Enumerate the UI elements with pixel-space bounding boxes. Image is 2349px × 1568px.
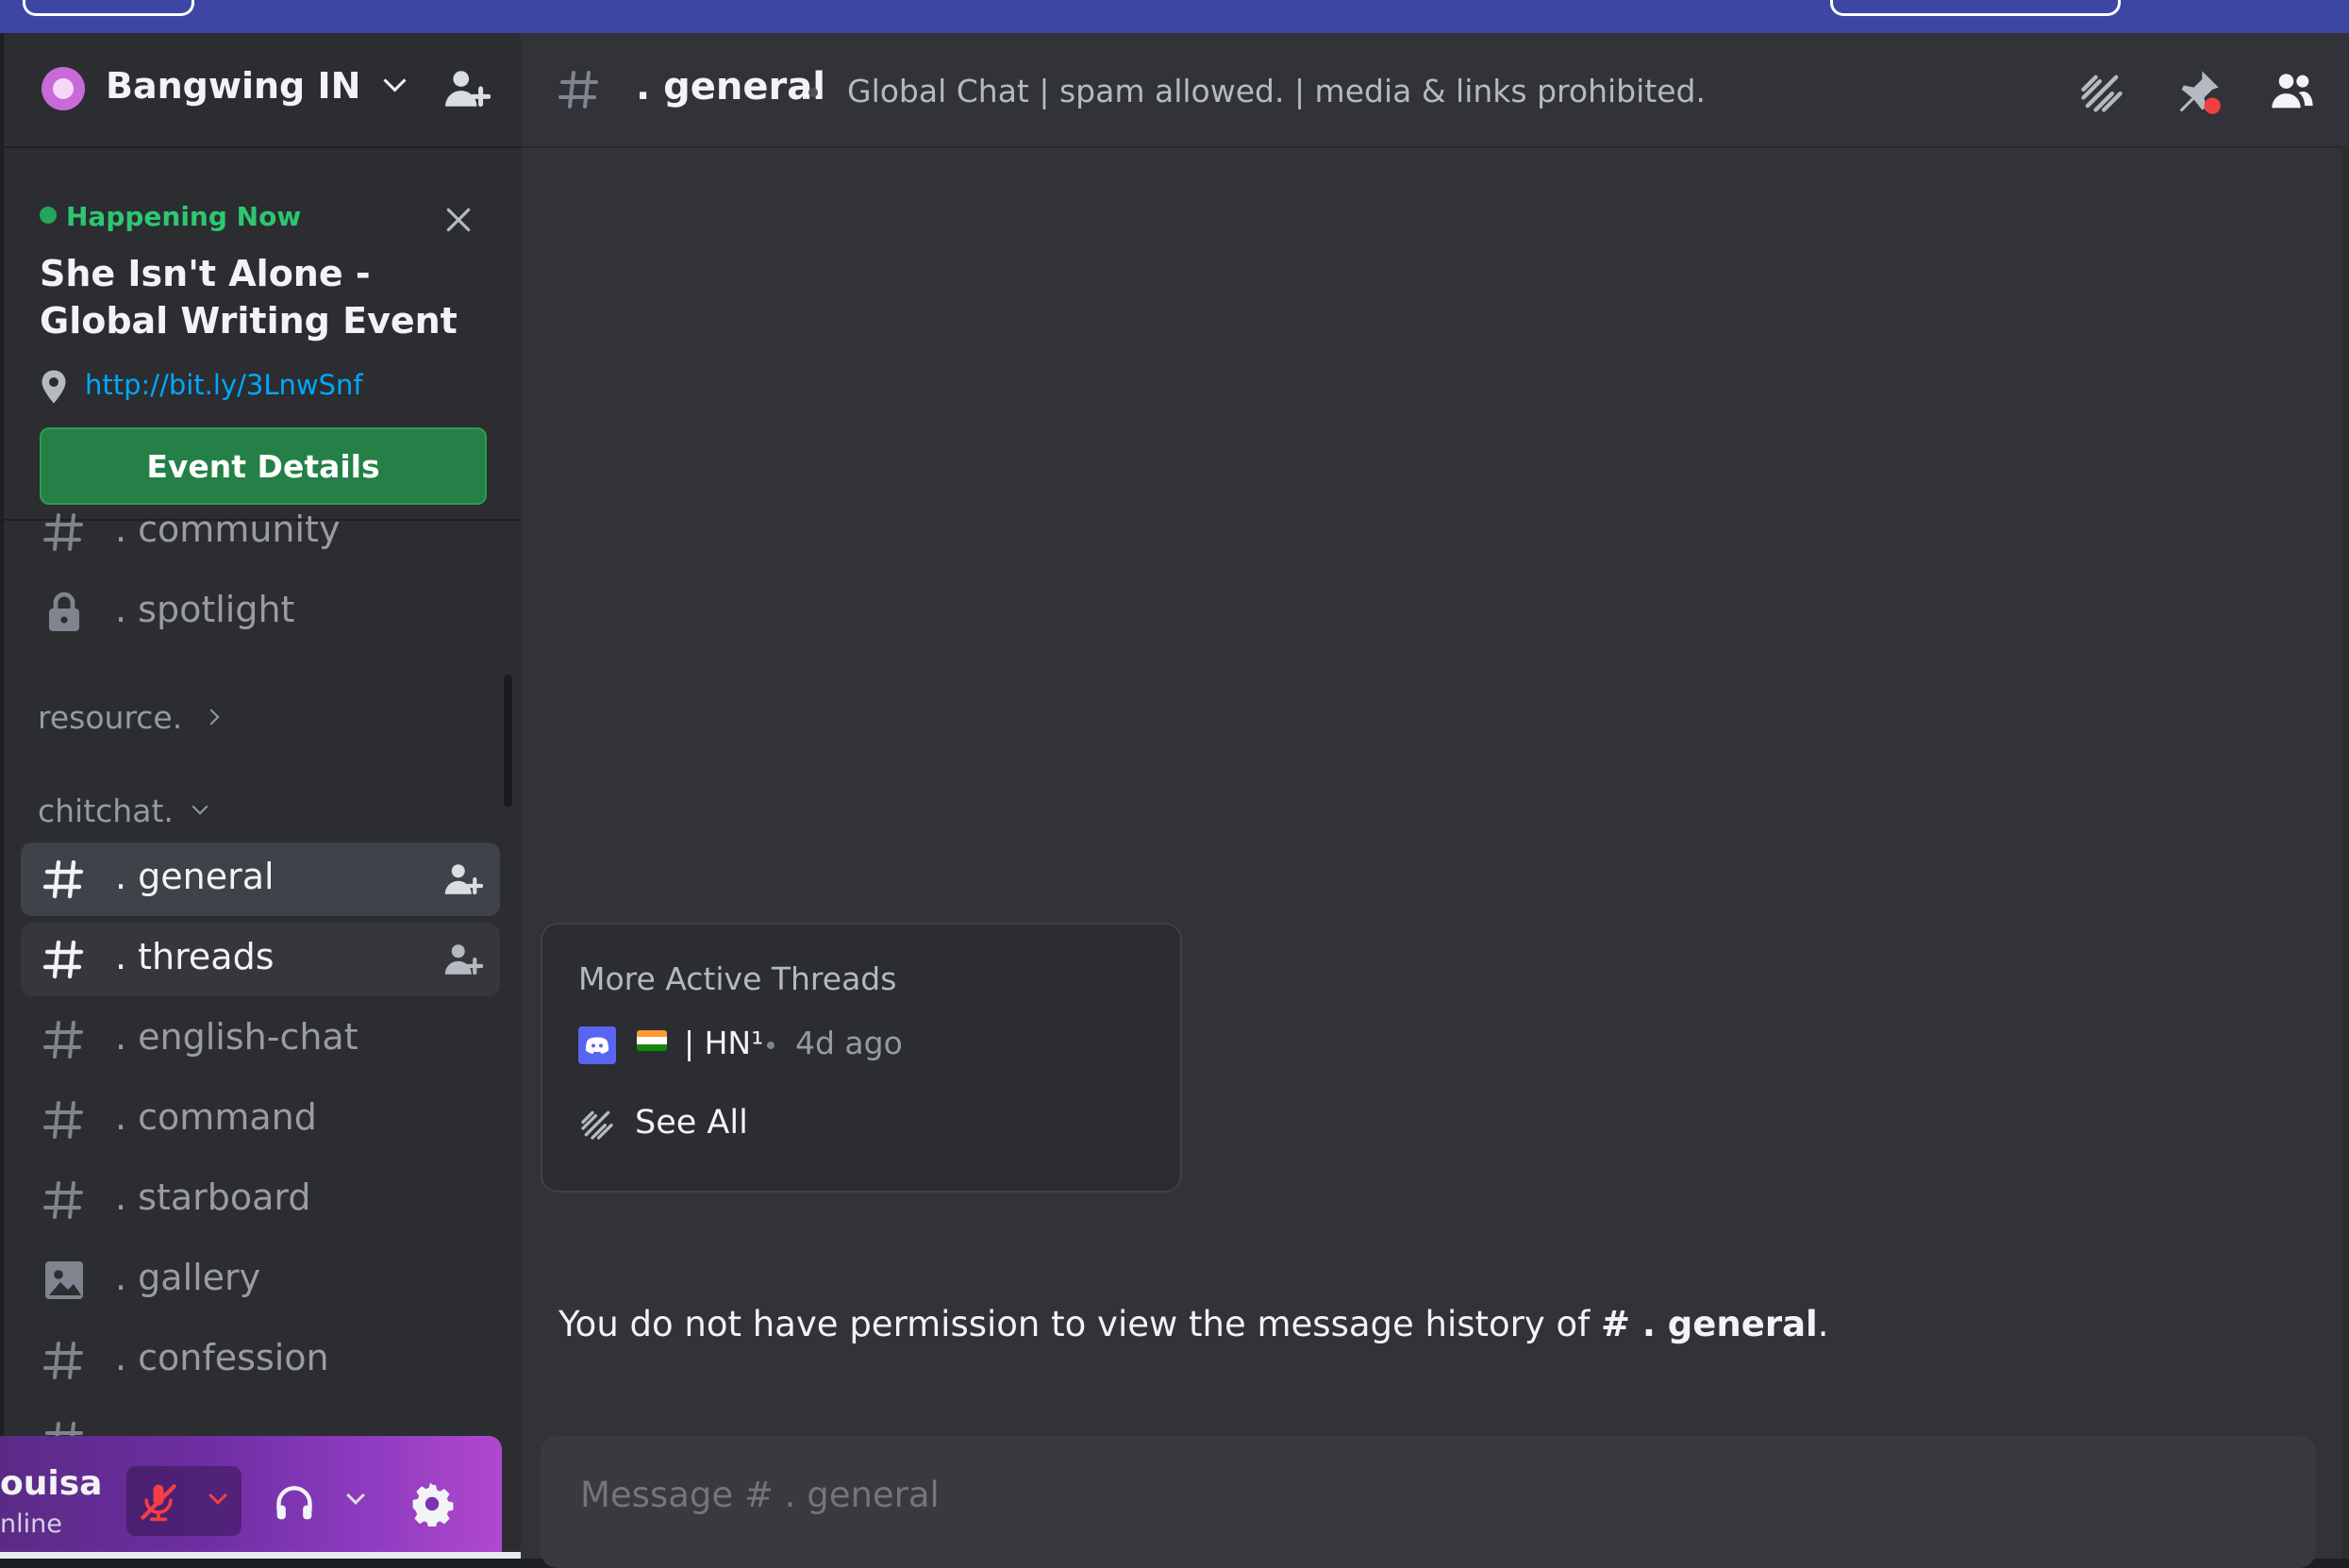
chevron-right-icon bbox=[203, 709, 220, 726]
chevron-down-icon bbox=[383, 69, 407, 92]
channel-english-chat[interactable]: . english-chat bbox=[21, 1003, 500, 1076]
channel-label: . gallery bbox=[115, 1257, 261, 1298]
hash-icon bbox=[42, 940, 84, 979]
event-link[interactable]: http://bit.ly/3LnwSnf bbox=[85, 369, 363, 401]
threads-icon[interactable] bbox=[2077, 67, 2126, 116]
channel-general[interactable]: . general bbox=[21, 842, 500, 916]
lock-icon bbox=[49, 592, 79, 631]
channel-mention[interactable]: # . general bbox=[1601, 1304, 1818, 1344]
user-name[interactable]: ouisa bbox=[0, 1464, 102, 1503]
channel-label: . general bbox=[115, 856, 275, 897]
headphones-icon bbox=[276, 1486, 312, 1520]
settings-gear-icon[interactable] bbox=[409, 1481, 455, 1526]
hash-icon bbox=[42, 859, 84, 899]
channel-header: . general Global Chat | spam allowed. | … bbox=[521, 33, 2349, 148]
add-member-icon[interactable] bbox=[443, 65, 491, 112]
event-location[interactable]: http://bit.ly/3LnwSnf bbox=[40, 369, 363, 405]
event-card: Happening Now She Isn't Alone - Global W… bbox=[4, 146, 521, 521]
chevron-down-icon[interactable] bbox=[346, 1486, 365, 1505]
channel-community[interactable]: . community bbox=[21, 495, 500, 569]
hash-icon bbox=[43, 1342, 83, 1379]
message-composer bbox=[541, 1436, 2316, 1568]
channel-label: . threads bbox=[115, 936, 275, 977]
hash-icon bbox=[43, 1181, 83, 1219]
top-banner bbox=[0, 0, 2349, 33]
server-logo bbox=[42, 67, 85, 110]
category-chitchat[interactable]: chitchat. bbox=[38, 792, 208, 829]
channel-confession[interactable]: . confession bbox=[21, 1324, 500, 1397]
channel-gallery[interactable]: . gallery bbox=[21, 1243, 500, 1317]
add-member-icon[interactable] bbox=[443, 940, 483, 979]
category-resource[interactable]: resource. bbox=[38, 699, 220, 736]
hash-icon bbox=[43, 1101, 83, 1139]
see-all-button[interactable]: See All bbox=[578, 1104, 748, 1143]
channel-title: . general bbox=[636, 65, 825, 108]
image-icon bbox=[45, 1261, 83, 1299]
scroll-track bbox=[2341, 146, 2349, 1559]
pin-icon[interactable] bbox=[2174, 67, 2223, 116]
add-member-icon[interactable] bbox=[443, 859, 483, 899]
live-dot-icon bbox=[40, 207, 57, 224]
event-title: She Isn't Alone - Global Writing Event bbox=[40, 253, 458, 342]
active-threads-popout: More Active Threads | HN¹ 4d ago See All bbox=[541, 923, 1182, 1193]
channel-command[interactable]: . command bbox=[21, 1083, 500, 1157]
channel-label: . starboard bbox=[115, 1176, 311, 1218]
channel-label: . community bbox=[115, 509, 341, 550]
thread-name: | HN¹ bbox=[684, 1025, 764, 1061]
chevron-down-icon[interactable] bbox=[208, 1486, 227, 1505]
user-panel: ouisa nline bbox=[0, 1436, 502, 1559]
deafen-button[interactable] bbox=[266, 1466, 372, 1536]
threads-icon bbox=[581, 1110, 613, 1140]
server-header[interactable]: Bangwing IN bbox=[4, 33, 521, 148]
channel-label: . english-chat bbox=[115, 1016, 358, 1058]
banner-button-left[interactable] bbox=[23, 0, 194, 16]
event-status: Happening Now bbox=[40, 201, 301, 232]
mute-button[interactable] bbox=[126, 1466, 242, 1536]
channel-starboard[interactable]: . starboard bbox=[21, 1163, 500, 1237]
channel-label: . confession bbox=[115, 1337, 329, 1378]
sidebar-edge bbox=[0, 33, 4, 1559]
member-list-icon[interactable] bbox=[2268, 67, 2317, 116]
hash-icon bbox=[43, 513, 83, 551]
active-threads-title: More Active Threads bbox=[578, 960, 897, 997]
user-status: nline bbox=[0, 1510, 62, 1539]
separator-dot bbox=[767, 1042, 775, 1049]
channel-label: . spotlight bbox=[115, 589, 295, 630]
banner-button-right[interactable] bbox=[1830, 0, 2121, 16]
channel-spotlight[interactable]: . spotlight bbox=[21, 575, 500, 649]
channel-label: . command bbox=[115, 1096, 317, 1138]
event-details-button[interactable]: Event Details bbox=[40, 427, 487, 505]
server-name[interactable]: Bangwing IN bbox=[106, 65, 407, 107]
close-icon[interactable] bbox=[443, 205, 474, 235]
hash-icon bbox=[43, 1021, 83, 1059]
hash-icon bbox=[558, 71, 598, 108]
chevron-down-icon bbox=[192, 798, 208, 815]
thread-time: 4d ago bbox=[795, 1025, 903, 1061]
separator-dot bbox=[808, 88, 818, 97]
discord-icon bbox=[578, 1026, 616, 1064]
channel-threads[interactable]: . threads bbox=[21, 923, 500, 996]
message-input[interactable] bbox=[578, 1474, 1525, 1516]
location-pin-icon bbox=[42, 370, 66, 404]
no-permission-message: You do not have permission to view the m… bbox=[558, 1304, 1829, 1344]
india-flag-icon bbox=[637, 1030, 667, 1051]
mic-muted-icon bbox=[141, 1484, 176, 1522]
sidebar-scrollbar[interactable] bbox=[504, 675, 512, 807]
channel-topic[interactable]: Global Chat | spam allowed. | media & li… bbox=[847, 73, 1706, 109]
channel-sidebar: Bangwing IN Happening Now She Isn't Alon… bbox=[0, 33, 521, 1559]
